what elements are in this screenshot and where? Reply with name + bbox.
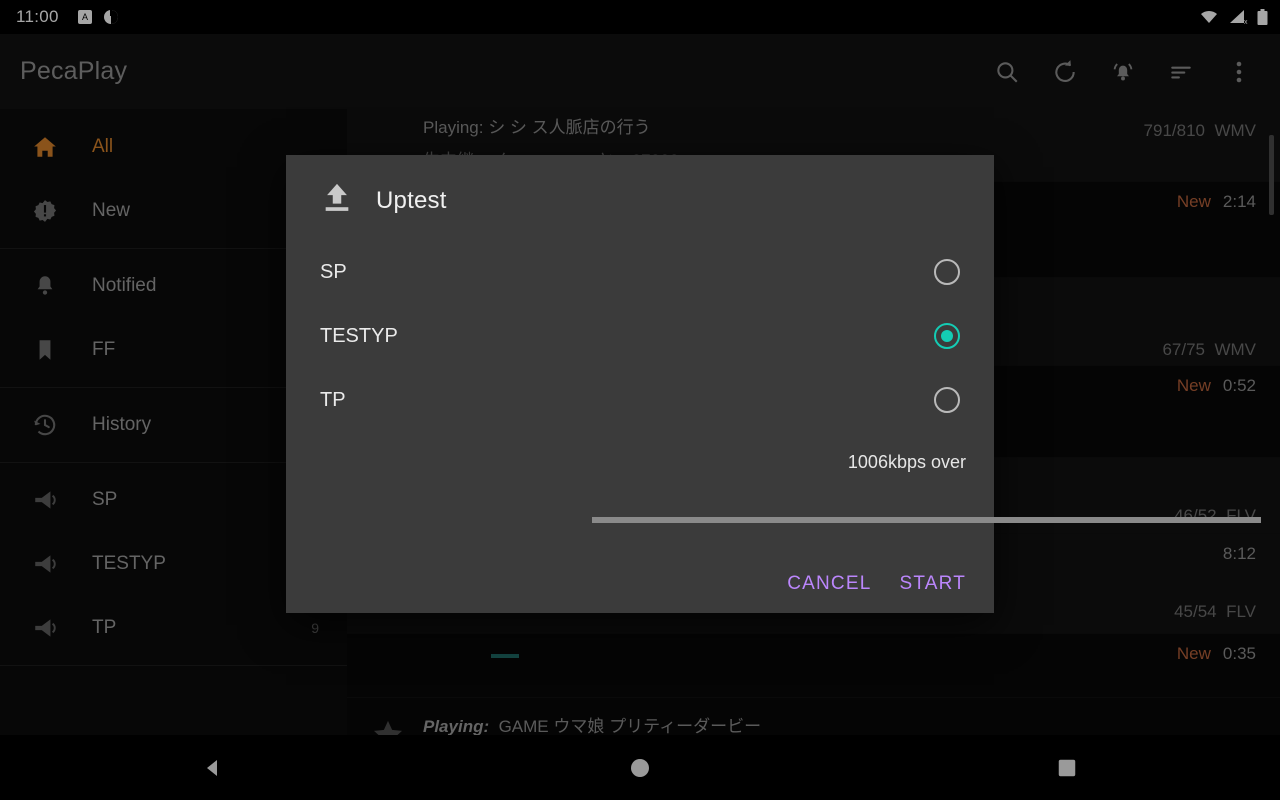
cancel-button[interactable]: CANCEL — [787, 573, 871, 595]
start-button[interactable]: START — [899, 573, 966, 595]
radio-button-testyp[interactable] — [934, 323, 960, 349]
radio-button-tp[interactable] — [934, 387, 960, 413]
option-label: SP — [320, 260, 347, 283]
app-root: 11:00 A x PecaPlay All New Notified FF H… — [0, 0, 1280, 800]
option-row-sp[interactable]: SP — [320, 240, 960, 304]
radio-button-sp[interactable] — [934, 259, 960, 285]
progress-bar[interactable] — [592, 517, 1261, 523]
upload-icon — [320, 181, 354, 220]
option-label: TESTYP — [320, 324, 398, 347]
circle-icon — [630, 758, 649, 777]
home-button[interactable] — [610, 748, 670, 788]
dialog-actions: CANCEL START — [787, 573, 966, 595]
dialog-options-group: SP TESTYP TP — [286, 220, 994, 432]
bitrate-label: 1006kbps over — [847, 452, 966, 472]
option-row-testyp[interactable]: TESTYP — [320, 304, 960, 368]
triangle-left-icon — [207, 759, 218, 776]
option-row-tp[interactable]: TP — [320, 368, 960, 432]
android-navigation-bar — [0, 735, 1280, 800]
option-label: TP — [320, 388, 346, 411]
square-icon — [1058, 759, 1075, 776]
dialog-header: Uptest — [286, 155, 994, 220]
uptest-dialog: Uptest SP TESTYP TP 1006kbps over CANCEL… — [286, 155, 1261, 613]
dialog-title: Uptest — [376, 186, 447, 214]
recents-button[interactable] — [1037, 748, 1097, 788]
back-button[interactable] — [183, 748, 243, 788]
